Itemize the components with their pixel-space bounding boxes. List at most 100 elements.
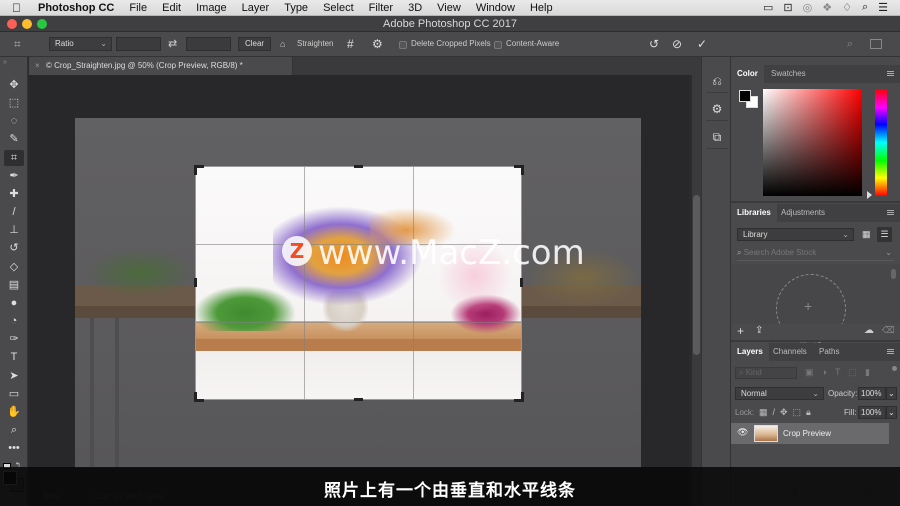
menu-view[interactable]: View: [437, 2, 461, 14]
canvas-vertical-scrollbar[interactable]: [692, 75, 701, 506]
notification-list-icon[interactable]: ☰: [878, 1, 888, 14]
crop-icon[interactable]: ⌗: [14, 37, 30, 51]
upload-icon[interactable]: ⇪: [755, 325, 763, 336]
menu-image[interactable]: Image: [196, 2, 227, 14]
hue-slider[interactable]: [875, 89, 887, 196]
crop-handle-top[interactable]: [354, 165, 363, 168]
layer-row[interactable]: 👁︎ Crop Preview: [731, 423, 889, 444]
sync-icon[interactable]: ☁: [864, 325, 874, 336]
delete-cropped-pixels-checkbox[interactable]: [399, 41, 407, 49]
screen-record-icon[interactable]: ⊡: [783, 1, 792, 14]
library-select[interactable]: Library ⌄: [737, 228, 854, 241]
marquee-tool[interactable]: ⬚: [4, 95, 24, 111]
rectangle-tool[interactable]: ▭: [4, 386, 24, 402]
tab-libraries[interactable]: Libraries: [731, 204, 777, 222]
crop-handle-bottom-right[interactable]: [514, 392, 524, 402]
library-scrollbar[interactable]: [891, 269, 896, 279]
menu-3d[interactable]: 3D: [408, 2, 422, 14]
properties-icon[interactable]: ⚙: [706, 97, 728, 121]
tab-color[interactable]: Color: [731, 65, 764, 83]
tab-adjustments[interactable]: Adjustments: [775, 204, 831, 222]
search-icon[interactable]: ⌕: [847, 37, 853, 51]
history-icon[interactable]: ⎌: [706, 69, 728, 93]
menu-type[interactable]: Type: [284, 2, 308, 14]
hand-tool[interactable]: ✋: [4, 404, 24, 420]
clone-stamp-tool[interactable]: ⊥: [4, 222, 24, 238]
color-field[interactable]: [763, 89, 862, 196]
crop-width-input[interactable]: [116, 37, 161, 51]
fill-input[interactable]: 100%: [858, 406, 886, 419]
layer-name[interactable]: Crop Preview: [783, 429, 831, 438]
history-brush-tool[interactable]: ↺: [4, 240, 24, 256]
tab-layers[interactable]: Layers: [731, 343, 769, 361]
straighten-button[interactable]: Straighten: [297, 37, 333, 51]
eyedropper-tool[interactable]: ✒: [4, 168, 24, 184]
add-library-icon[interactable]: +: [737, 324, 744, 338]
eraser-tool[interactable]: ◇: [4, 259, 24, 275]
wifi-icon[interactable]: ♢: [842, 1, 852, 14]
color-foreground-swatch[interactable]: [739, 90, 751, 102]
scrollbar-thumb[interactable]: [693, 195, 700, 355]
creative-cloud-icon[interactable]: ◎: [803, 1, 813, 14]
panel-menu-icon[interactable]: [887, 210, 894, 215]
crop-handle-right[interactable]: [520, 278, 523, 287]
menu-filter[interactable]: Filter: [369, 2, 393, 14]
tab-channels[interactable]: Channels: [767, 343, 813, 361]
eye-visibility-icon[interactable]: 👁︎: [737, 427, 748, 438]
menu-help[interactable]: Help: [530, 2, 553, 14]
tab-swatches[interactable]: Swatches: [765, 65, 812, 83]
menu-select[interactable]: Select: [323, 2, 354, 14]
opacity-dropdown[interactable]: ⌄: [886, 387, 897, 400]
type-tool[interactable]: T: [4, 349, 24, 365]
document-tab[interactable]: × © Crop_Straighten.jpg @ 50% (Crop Prev…: [29, 57, 293, 75]
layer-filter-icons[interactable]: ▣◑T⬚▮: [805, 367, 878, 378]
more-tools[interactable]: •••: [4, 440, 24, 456]
close-tab-icon[interactable]: ×: [35, 57, 40, 75]
display-icon[interactable]: ▭: [763, 1, 773, 14]
spotlight-search-icon[interactable]: ⌕: [862, 1, 868, 14]
cancel-icon[interactable]: ⊘: [672, 37, 682, 51]
reset-icon[interactable]: ↺: [649, 37, 659, 51]
crop-height-input[interactable]: [186, 37, 231, 51]
crop-handle-bottom[interactable]: [354, 398, 363, 401]
menu-edit[interactable]: Edit: [162, 2, 181, 14]
list-view-icon[interactable]: ☰: [877, 227, 892, 242]
blend-mode-select[interactable]: Normal ⌄: [735, 387, 824, 400]
straighten-icon[interactable]: ⌂: [280, 37, 285, 51]
menu-app-name[interactable]: Photoshop CC: [38, 2, 114, 14]
healing-brush-tool[interactable]: ✚: [4, 186, 24, 202]
trash-icon[interactable]: ⌫: [882, 325, 895, 336]
path-selection-tool[interactable]: ➤: [4, 368, 24, 384]
dodge-tool[interactable]: ◔: [4, 313, 24, 329]
document-image[interactable]: Z www.MacZ.com: [75, 118, 641, 468]
gradient-tool[interactable]: ▤: [4, 277, 24, 293]
search-adobe-stock-input[interactable]: ⌕ Search Adobe Stock ⌄: [737, 248, 894, 261]
menu-layer[interactable]: Layer: [242, 2, 270, 14]
collapse-toolbox-icon[interactable]: »: [3, 59, 7, 66]
menu-file[interactable]: File: [129, 2, 147, 14]
gear-icon[interactable]: ⚙: [372, 37, 383, 51]
layer-filter-kind[interactable]: ⌕ Kind: [735, 367, 797, 379]
tab-paths[interactable]: Paths: [813, 343, 845, 361]
crop-tool[interactable]: ⌗: [4, 150, 24, 166]
hue-slider-handle[interactable]: [867, 191, 872, 199]
panel-menu-icon[interactable]: [887, 349, 894, 354]
artboard-icon[interactable]: ⧉: [706, 125, 728, 149]
blur-tool[interactable]: ●: [4, 295, 24, 311]
checkmark-icon[interactable]: ✓: [697, 37, 707, 51]
filter-toggle[interactable]: [892, 366, 897, 371]
grid-view-icon[interactable]: ▦: [862, 229, 872, 239]
quick-select-tool[interactable]: ✎: [4, 131, 24, 147]
move-tool[interactable]: ✥: [4, 77, 24, 93]
panel-menu-icon[interactable]: [887, 71, 894, 76]
lock-icons[interactable]: ▦/✥⬚🔒︎: [759, 407, 816, 418]
lasso-tool[interactable]: ◌: [4, 113, 24, 129]
ratio-select[interactable]: Ratio ⌄: [49, 37, 112, 51]
swap-arrows-icon[interactable]: ⇄: [168, 37, 177, 51]
crop-handle-top-right[interactable]: [514, 165, 524, 175]
dropbox-icon[interactable]: ❖: [822, 1, 832, 14]
crop-handle-left[interactable]: [194, 278, 197, 287]
menu-window[interactable]: Window: [476, 2, 515, 14]
zoom-tool[interactable]: ⌕: [4, 422, 24, 438]
opacity-input[interactable]: 100%: [858, 387, 886, 400]
